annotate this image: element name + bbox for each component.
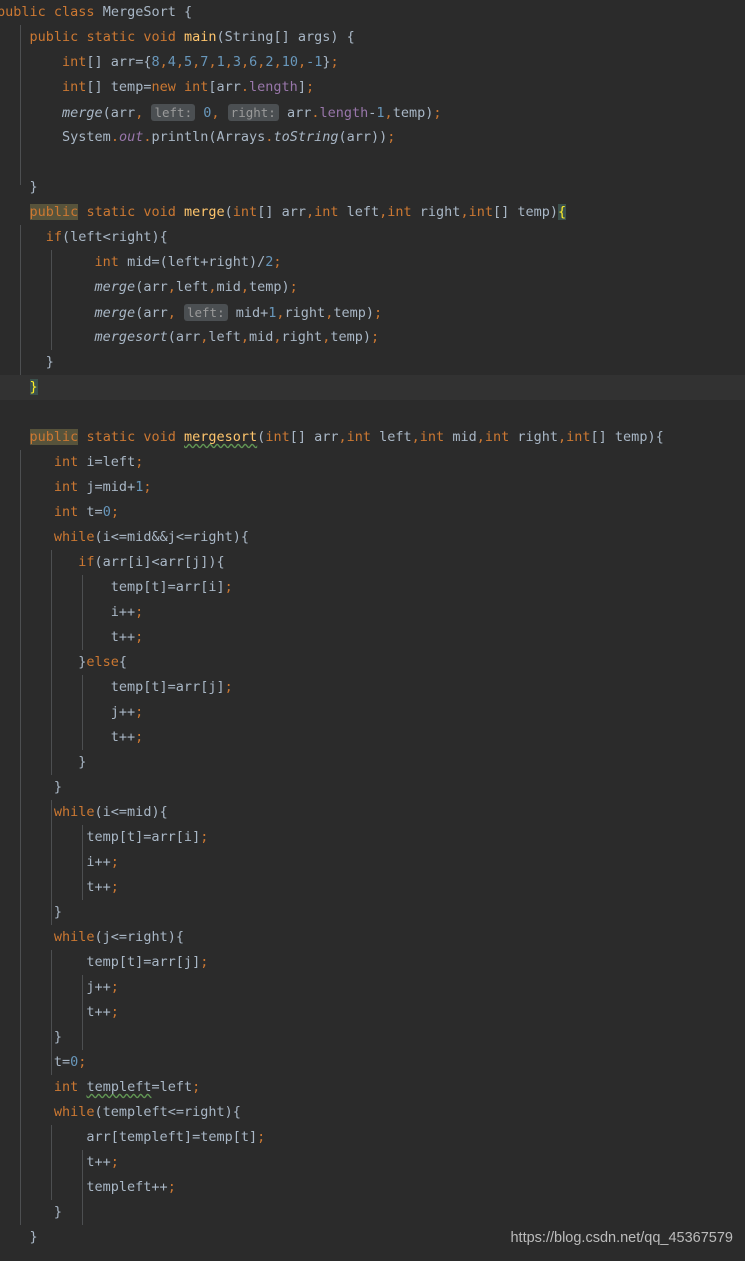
code-line[interactable]: } bbox=[0, 1025, 62, 1050]
code-line[interactable]: public static void main(String[] args) { bbox=[0, 25, 355, 50]
code-line[interactable]: templeft++; bbox=[0, 1175, 175, 1200]
code-line[interactable]: if(left<right){ bbox=[0, 225, 168, 250]
param-hint-right: right: bbox=[227, 104, 279, 121]
code-line[interactable]: }else{ bbox=[0, 650, 127, 675]
code-line[interactable]: t=0; bbox=[0, 1050, 87, 1075]
warning-symbol-templeft: templeft bbox=[86, 1079, 152, 1095]
code-line[interactable]: t++; bbox=[0, 1000, 119, 1025]
code-line[interactable]: j++; bbox=[0, 700, 144, 725]
code-line[interactable]: } bbox=[0, 750, 86, 775]
code-line[interactable]: while(i<=mid){ bbox=[0, 800, 168, 825]
code-line[interactable]: merge(arr,left,mid,temp); bbox=[0, 275, 298, 300]
code-line[interactable]: int mid=(left+right)/2; bbox=[0, 250, 282, 275]
code-line[interactable]: mergesort(arr,left,mid,right,temp); bbox=[0, 325, 380, 350]
code-line[interactable] bbox=[0, 150, 5, 175]
code-line[interactable]: int templeft=left; bbox=[0, 1075, 200, 1100]
warning-symbol-mergesort: mergesort bbox=[184, 429, 258, 445]
code-line[interactable]: public static void mergesort(int[] arr,i… bbox=[0, 425, 664, 450]
code-line[interactable]: } bbox=[0, 1225, 38, 1250]
code-line[interactable]: t++; bbox=[0, 725, 144, 750]
code-line[interactable]: } bbox=[0, 775, 62, 800]
current-line-highlight bbox=[0, 375, 745, 400]
code-line[interactable]: } bbox=[0, 1200, 62, 1225]
param-hint-left: left: bbox=[151, 104, 196, 121]
code-line[interactable]: while(j<=right){ bbox=[0, 925, 184, 950]
code-line[interactable]: temp[t]=arr[j]; bbox=[0, 950, 208, 975]
param-hint-left: left: bbox=[183, 304, 228, 321]
highlighted-identifier: public bbox=[29, 204, 79, 220]
code-line[interactable]: i++; bbox=[0, 850, 119, 875]
code-editor-surface[interactable]: public class MergeSort { public static v… bbox=[0, 0, 745, 1261]
code-line[interactable] bbox=[0, 400, 5, 425]
code-line[interactable]: arr[templeft]=temp[t]; bbox=[0, 1125, 265, 1150]
code-line[interactable]: t++; bbox=[0, 875, 119, 900]
code-line[interactable]: public class MergeSort { bbox=[0, 0, 192, 25]
code-line[interactable]: while(i<=mid&&j<=right){ bbox=[0, 525, 249, 550]
code-line[interactable]: i++; bbox=[0, 600, 144, 625]
code-line[interactable]: temp[t]=arr[j]; bbox=[0, 675, 233, 700]
code-line[interactable]: } bbox=[0, 900, 62, 925]
code-line[interactable]: int[] arr={8,4,5,7,1,3,6,2,10,-1}; bbox=[0, 50, 339, 75]
code-line[interactable]: int[] temp=new int[arr.length]; bbox=[0, 75, 314, 100]
code-line[interactable]: t++; bbox=[0, 625, 144, 650]
code-line[interactable]: if(arr[i]<arr[j]){ bbox=[0, 550, 224, 575]
code-line[interactable]: merge(arr, left: 0, right: arr.length-1,… bbox=[0, 100, 441, 125]
code-line[interactable]: merge(arr, left: mid+1,right,temp); bbox=[0, 300, 382, 325]
code-line[interactable]: temp[t]=arr[i]; bbox=[0, 825, 208, 850]
code-line[interactable]: t++; bbox=[0, 1150, 119, 1175]
code-line[interactable]: public static void merge(int[] arr,int l… bbox=[0, 200, 567, 225]
code-line[interactable]: } bbox=[0, 375, 38, 400]
matching-brace-open: { bbox=[558, 204, 567, 220]
code-line[interactable]: int i=left; bbox=[0, 450, 143, 475]
matching-brace-close: } bbox=[29, 379, 38, 395]
highlighted-identifier: public bbox=[29, 429, 79, 445]
code-line[interactable]: } bbox=[0, 350, 54, 375]
code-line[interactable]: int t=0; bbox=[0, 500, 119, 525]
code-line[interactable]: temp[t]=arr[i]; bbox=[0, 575, 233, 600]
watermark-url: https://blog.csdn.net/qq_45367579 bbox=[510, 1230, 733, 1246]
code-line[interactable]: int j=mid+1; bbox=[0, 475, 152, 500]
code-line[interactable]: } bbox=[0, 175, 38, 200]
code-line[interactable]: System.out.println(Arrays.toString(arr))… bbox=[0, 125, 395, 150]
code-line[interactable]: while(templeft<=right){ bbox=[0, 1100, 241, 1125]
code-line[interactable]: j++; bbox=[0, 975, 119, 1000]
